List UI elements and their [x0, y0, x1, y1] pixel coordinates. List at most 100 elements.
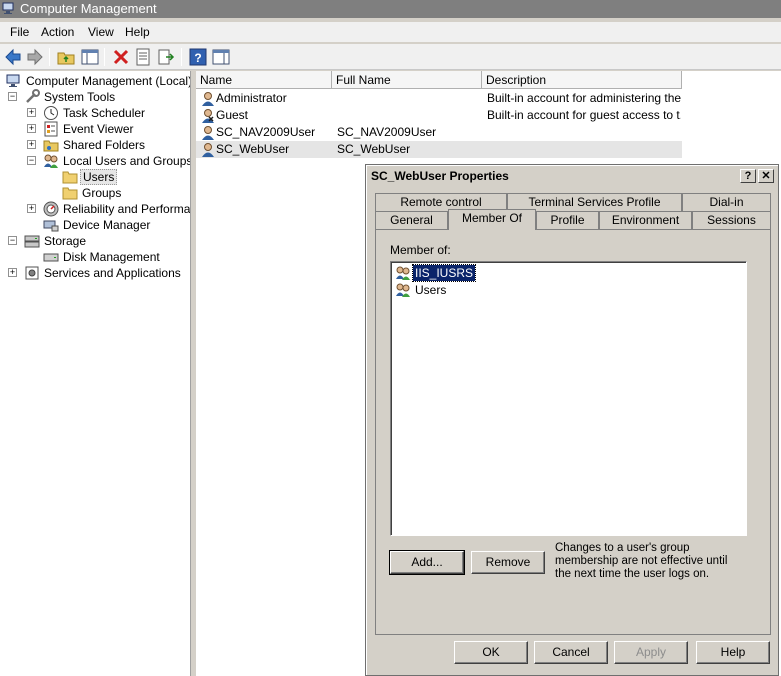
- user-icon: [202, 143, 214, 157]
- user-icon: [202, 92, 214, 106]
- dialog-title: SC_WebUser Properties: [371, 169, 509, 183]
- context-help-button[interactable]: ?: [740, 169, 756, 183]
- forward-arrow-icon[interactable]: [25, 47, 45, 67]
- cell-description: Built-in account for guest access to t..…: [487, 108, 681, 122]
- cell-description: Built-in account for administering the..…: [487, 91, 681, 105]
- tree-item-label: System Tools: [44, 90, 116, 104]
- delete-icon[interactable]: [111, 47, 131, 67]
- ok-button[interactable]: OK: [454, 641, 528, 664]
- cell-full-name: SC_NAV2009User: [337, 125, 437, 139]
- clock-icon: [44, 106, 58, 120]
- tree-item-storage[interactable]: − Storage: [0, 233, 190, 249]
- list-row[interactable]: Guest Built-in account for guest access …: [196, 107, 682, 124]
- tree-item-reliability-and-performance[interactable]: + Reliability and Performance: [0, 201, 191, 217]
- cancel-button[interactable]: Cancel: [534, 641, 608, 664]
- show-hide-action-pane-icon[interactable]: [211, 47, 231, 67]
- window-title: Computer Management: [20, 1, 157, 16]
- add-button[interactable]: Add...: [389, 550, 465, 575]
- tree-item-label: Event Viewer: [63, 122, 134, 136]
- tree-item-users[interactable]: Users: [0, 169, 190, 185]
- event-log-icon: [44, 121, 58, 137]
- remove-button[interactable]: Remove: [471, 551, 545, 574]
- close-button[interactable]: ✕: [758, 169, 774, 183]
- column-header-name[interactable]: Name: [196, 71, 332, 89]
- folder-icon: [62, 171, 78, 184]
- tree-item-disk-management[interactable]: Disk Management: [0, 249, 190, 265]
- user-properties-dialog: SC_WebUser Properties ? ✕ Remote control…: [365, 164, 779, 676]
- tree-item-label: Task Scheduler: [63, 106, 146, 120]
- tab-profile[interactable]: Profile: [536, 211, 599, 229]
- back-arrow-icon[interactable]: [3, 47, 23, 67]
- properties-icon[interactable]: [133, 47, 153, 67]
- toolbar: ?: [0, 44, 781, 70]
- performance-gauge-icon: [43, 201, 59, 217]
- console-tree: Computer Management (Local) − System Too…: [0, 71, 191, 676]
- tree-item-groups[interactable]: Groups: [0, 185, 190, 201]
- menu-action[interactable]: Action: [41, 25, 74, 39]
- tree-item-label: Storage: [44, 234, 87, 248]
- tree-item-task-scheduler[interactable]: + Task Scheduler: [0, 105, 190, 121]
- list-row[interactable]: Administrator Built-in account for admin…: [196, 90, 682, 107]
- tree-item-local-users-and-groups[interactable]: − Local Users and Groups: [0, 153, 191, 169]
- help-icon[interactable]: ?: [188, 47, 208, 67]
- column-header-full-name[interactable]: Full Name: [332, 71, 482, 89]
- expand-toggle[interactable]: +: [27, 140, 36, 149]
- collapse-toggle[interactable]: −: [8, 92, 17, 101]
- computer-management-icon: [6, 74, 20, 87]
- menu-help[interactable]: Help: [125, 25, 150, 39]
- menu-file[interactable]: File: [10, 25, 29, 39]
- dialog-title-bar: SC_WebUser Properties ? ✕: [369, 167, 775, 185]
- tree-item-services-and-applications[interactable]: + Services and Applications: [0, 265, 190, 281]
- up-folder-icon[interactable]: [56, 47, 76, 67]
- cell-name: Guest: [216, 108, 249, 122]
- cell-name: Administrator: [216, 91, 287, 105]
- tab-environment[interactable]: Environment: [599, 211, 692, 229]
- list-row[interactable]: SC_NAV2009User SC_NAV2009User: [196, 124, 682, 141]
- tab-dial-in[interactable]: Dial-in: [682, 193, 771, 211]
- apply-button[interactable]: Apply: [614, 641, 688, 664]
- shared-folder-icon: [43, 140, 59, 152]
- export-list-icon[interactable]: [156, 47, 176, 67]
- expand-toggle[interactable]: +: [27, 108, 36, 117]
- membership-note: Changes to a user's group membership are…: [555, 542, 728, 580]
- svg-text:?: ?: [194, 51, 201, 65]
- help-button[interactable]: Help: [696, 641, 770, 664]
- tree-item-event-viewer[interactable]: + Event Viewer: [0, 121, 190, 137]
- tab-general[interactable]: General: [375, 211, 448, 229]
- user-disabled-icon: [202, 109, 214, 123]
- expand-toggle[interactable]: +: [27, 204, 36, 213]
- device-manager-icon: [43, 220, 59, 232]
- tree-item-device-manager[interactable]: Device Manager: [0, 217, 190, 233]
- column-header-description[interactable]: Description: [482, 71, 682, 89]
- menu-view[interactable]: View: [88, 25, 114, 39]
- list-row-selected[interactable]: SC_WebUser SC_WebUser: [196, 141, 682, 158]
- users-group-icon: [44, 154, 58, 168]
- cell-name: SC_WebUser: [216, 142, 290, 156]
- cell-full-name: SC_WebUser: [337, 142, 411, 156]
- member-of-list[interactable]: IIS_IUSRS Users: [390, 261, 747, 536]
- tree-item-computer-management[interactable]: Computer Management (Local): [0, 73, 191, 89]
- tree-item-label: Computer Management (Local): [26, 74, 191, 88]
- show-hide-console-tree-icon[interactable]: [80, 47, 100, 67]
- member-of-label: Member of:: [390, 243, 451, 257]
- tree-item-label: Users: [80, 169, 118, 185]
- tools-icon: [26, 89, 40, 103]
- expand-toggle[interactable]: +: [8, 268, 17, 277]
- group-icon: [396, 283, 410, 297]
- toolbar-separator: [49, 48, 50, 66]
- tree-item-label: Groups: [82, 186, 122, 200]
- tab-member-of[interactable]: Member Of: [448, 209, 536, 230]
- collapse-toggle[interactable]: −: [27, 156, 36, 165]
- tab-sessions[interactable]: Sessions: [692, 211, 771, 229]
- tree-item-label: Reliability and Performance: [63, 202, 191, 216]
- toolbar-separator: [181, 48, 182, 66]
- services-icon: [25, 266, 39, 280]
- expand-toggle[interactable]: +: [27, 124, 36, 133]
- folder-icon: [62, 187, 78, 200]
- group-icon: [396, 266, 410, 280]
- member-name: Users: [415, 283, 447, 297]
- collapse-toggle[interactable]: −: [8, 236, 17, 245]
- tree-item-label: Local Users and Groups: [63, 154, 191, 168]
- tree-item-system-tools[interactable]: − System Tools: [0, 89, 190, 105]
- tree-item-shared-folders[interactable]: + Shared Folders: [0, 137, 190, 153]
